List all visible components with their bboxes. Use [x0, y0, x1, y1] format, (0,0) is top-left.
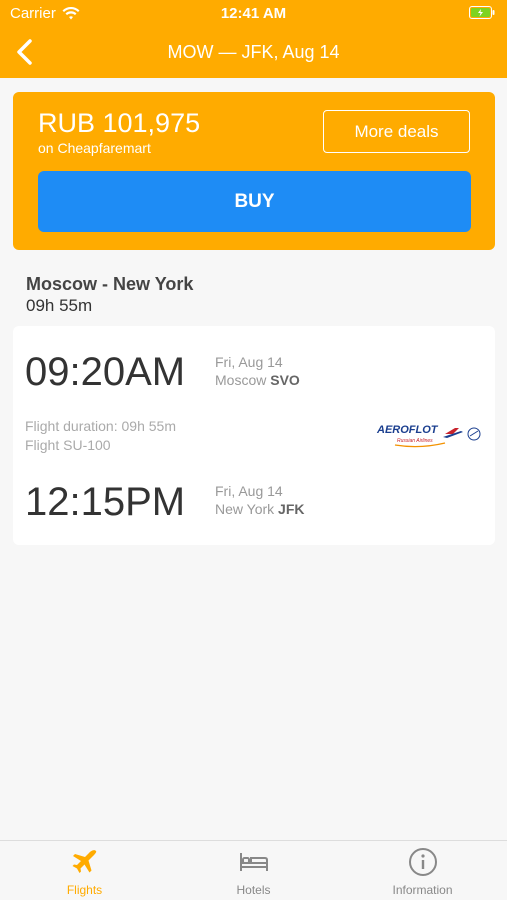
arrival-city: New York	[215, 501, 275, 517]
flight-duration: Flight duration: 09h 55m	[25, 418, 176, 434]
arrival-date: Fri, Aug 14	[215, 483, 283, 499]
status-bar: Carrier 12:41 AM	[0, 0, 507, 28]
header: Carrier 12:41 AM MOW — JFK, Aug 14	[0, 0, 507, 78]
tab-information-label: Information	[392, 883, 453, 897]
departure-location: Moscow SVO	[215, 371, 300, 389]
nav-bar: MOW — JFK, Aug 14	[0, 30, 507, 76]
info-icon	[408, 848, 437, 876]
page-title: MOW — JFK, Aug 14	[167, 42, 340, 62]
buy-button[interactable]: BUY	[38, 171, 471, 232]
airline-tagline: Russian Airlines	[397, 438, 433, 444]
more-deals-button[interactable]: More deals	[323, 110, 470, 153]
bed-icon	[239, 853, 268, 871]
battery-icon	[469, 6, 495, 19]
plane-icon	[72, 850, 96, 873]
status-time: 12:41 AM	[220, 5, 287, 22]
tab-hotels-label: Hotels	[236, 883, 271, 897]
arrival-time: 12:15PM	[25, 480, 186, 524]
arrival-info: Fri, Aug 14 New York JFK	[215, 482, 305, 518]
airline-name: AEROFLOT	[376, 424, 439, 436]
departure-city: Moscow	[215, 372, 267, 388]
tab-information[interactable]: Information	[338, 847, 507, 900]
flight-card[interactable]: 09:20AM Fri, Aug 14 Moscow SVO Flight du…	[13, 326, 495, 545]
departure-time: 09:20AM	[25, 350, 186, 394]
route-duration: 09h 55m	[26, 296, 93, 315]
departure-date: Fri, Aug 14	[215, 354, 283, 370]
price: RUB 101,975	[38, 108, 201, 138]
tab-flights-label: Flights	[66, 883, 103, 897]
aeroflot-logo: AEROFLOT Russian Airlines	[376, 424, 481, 448]
arrival-airport: JFK	[278, 501, 305, 517]
price-source: on Cheapfaremart	[38, 140, 151, 156]
tab-bar: Flights Hotels Information	[0, 840, 507, 900]
departure-airport: SVO	[270, 372, 300, 388]
route-title: Moscow - New York	[26, 274, 194, 294]
departure-info: Fri, Aug 14 Moscow SVO	[215, 353, 300, 389]
tab-flights[interactable]: Flights	[0, 847, 169, 900]
price-card: RUB 101,975 on Cheapfaremart More deals …	[13, 92, 495, 250]
tab-hotels[interactable]: Hotels	[169, 847, 338, 900]
flight-details: Flight duration: 09h 55m Flight SU-100	[25, 417, 176, 455]
arrival-location: New York JFK	[215, 500, 305, 518]
flight-number: Flight SU-100	[25, 437, 111, 453]
